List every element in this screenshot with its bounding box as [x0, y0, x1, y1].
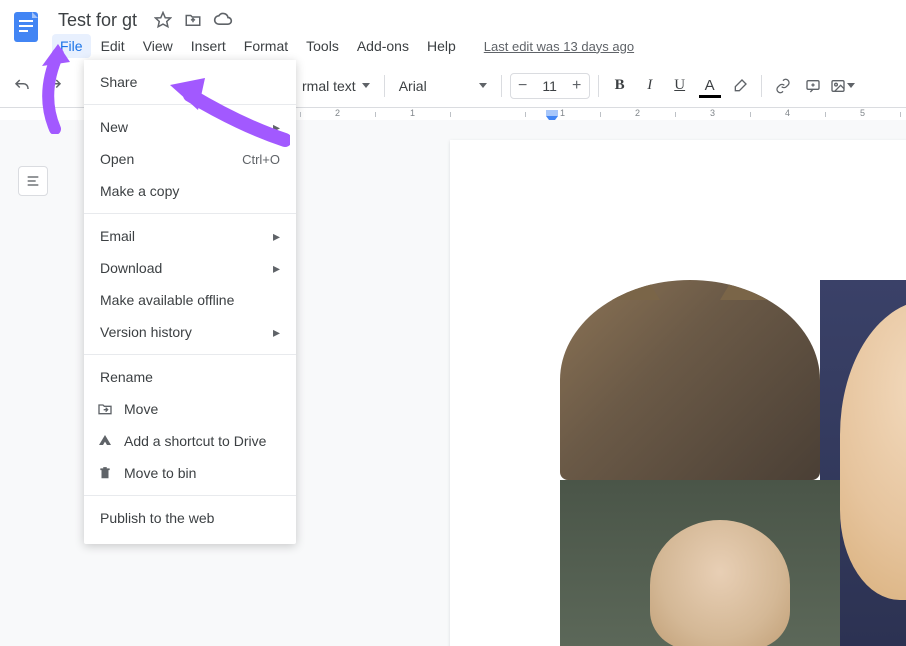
menu-help[interactable]: Help — [419, 34, 464, 58]
cloud-status-icon[interactable] — [213, 10, 233, 30]
menu-separator — [84, 213, 296, 214]
insert-image-button[interactable] — [830, 73, 856, 99]
menu-edit[interactable]: Edit — [93, 34, 133, 58]
underline-button[interactable]: U — [667, 73, 693, 99]
menu-addons[interactable]: Add-ons — [349, 34, 417, 58]
toolbar-separator — [501, 75, 502, 97]
image-cat-tabby[interactable] — [560, 280, 820, 480]
font-size-increase[interactable]: + — [565, 74, 589, 98]
ruler-mark: 2 — [600, 108, 675, 118]
last-edit-link[interactable]: Last edit was 13 days ago — [484, 39, 634, 54]
keyboard-shortcut: Ctrl+O — [242, 152, 280, 167]
caret-down-icon — [847, 83, 855, 88]
ruler-mark: 2 — [300, 108, 375, 118]
menu-view[interactable]: View — [135, 34, 181, 58]
submenu-arrow-icon: ▸ — [273, 324, 280, 341]
move-folder-icon[interactable] — [183, 10, 203, 30]
caret-down-icon — [479, 83, 487, 88]
menu-item-make-copy[interactable]: Make a copy — [84, 175, 296, 207]
menu-format[interactable]: Format — [236, 34, 296, 58]
menu-item-move-to-bin[interactable]: Move to bin — [84, 457, 296, 489]
ruler-mark: 1 — [525, 108, 600, 118]
paragraph-style-select[interactable]: rmal text — [296, 76, 376, 96]
menu-item-email[interactable]: Email▸ — [84, 220, 296, 252]
menu-item-move[interactable]: Move — [84, 393, 296, 425]
menu-item-add-shortcut[interactable]: Add a shortcut to Drive — [84, 425, 296, 457]
menu-bar: File Edit View Insert Format Tools Add-o… — [52, 34, 898, 58]
menu-item-rename[interactable]: Rename — [84, 361, 296, 393]
annotation-arrow-share — [170, 70, 290, 150]
doc-title[interactable]: Test for gt — [52, 8, 143, 33]
submenu-arrow-icon: ▸ — [273, 260, 280, 277]
outline-toggle-button[interactable] — [18, 166, 48, 196]
italic-button[interactable]: I — [637, 73, 663, 99]
menu-separator — [84, 354, 296, 355]
title-row: Test for gt — [52, 8, 898, 32]
star-icon[interactable] — [153, 10, 173, 30]
ruler-mark: 5 — [825, 108, 900, 118]
menu-item-download[interactable]: Download▸ — [84, 252, 296, 284]
ruler-mark: 6 — [900, 108, 906, 118]
font-select[interactable]: Arial — [393, 76, 493, 96]
font-size-value[interactable]: 11 — [535, 78, 565, 94]
text-color-button[interactable]: A — [697, 73, 723, 99]
insert-link-button[interactable] — [770, 73, 796, 99]
menu-insert[interactable]: Insert — [183, 34, 234, 58]
trash-icon — [96, 464, 114, 482]
toolbar-separator — [384, 75, 385, 97]
ruler-mark: 4 — [750, 108, 825, 118]
caret-down-icon — [362, 83, 370, 88]
highlight-button[interactable] — [727, 73, 753, 99]
annotation-arrow-file — [30, 44, 80, 134]
menu-item-publish[interactable]: Publish to the web — [84, 502, 296, 534]
document-page[interactable] — [450, 140, 906, 646]
toolbar-separator — [761, 75, 762, 97]
bold-button[interactable]: B — [607, 73, 633, 99]
insert-comment-button[interactable] — [800, 73, 826, 99]
ruler-mark: 1 — [375, 108, 450, 118]
font-size-control: − 11 + — [510, 73, 590, 99]
font-size-decrease[interactable]: − — [511, 74, 535, 98]
menu-item-offline[interactable]: Make available offline — [84, 284, 296, 316]
ruler-mark: 3 — [675, 108, 750, 118]
menu-separator — [84, 495, 296, 496]
submenu-arrow-icon: ▸ — [273, 228, 280, 245]
image-cat-orange-bottom[interactable] — [560, 480, 840, 646]
menu-tools[interactable]: Tools — [298, 34, 347, 58]
ruler-mark: 0 — [450, 108, 525, 118]
menu-item-version-history[interactable]: Version history▸ — [84, 316, 296, 348]
header: Test for gt File Edit View Insert Format… — [0, 0, 906, 58]
toolbar-separator — [598, 75, 599, 97]
folder-move-icon — [96, 400, 114, 418]
drive-shortcut-icon — [96, 432, 114, 450]
